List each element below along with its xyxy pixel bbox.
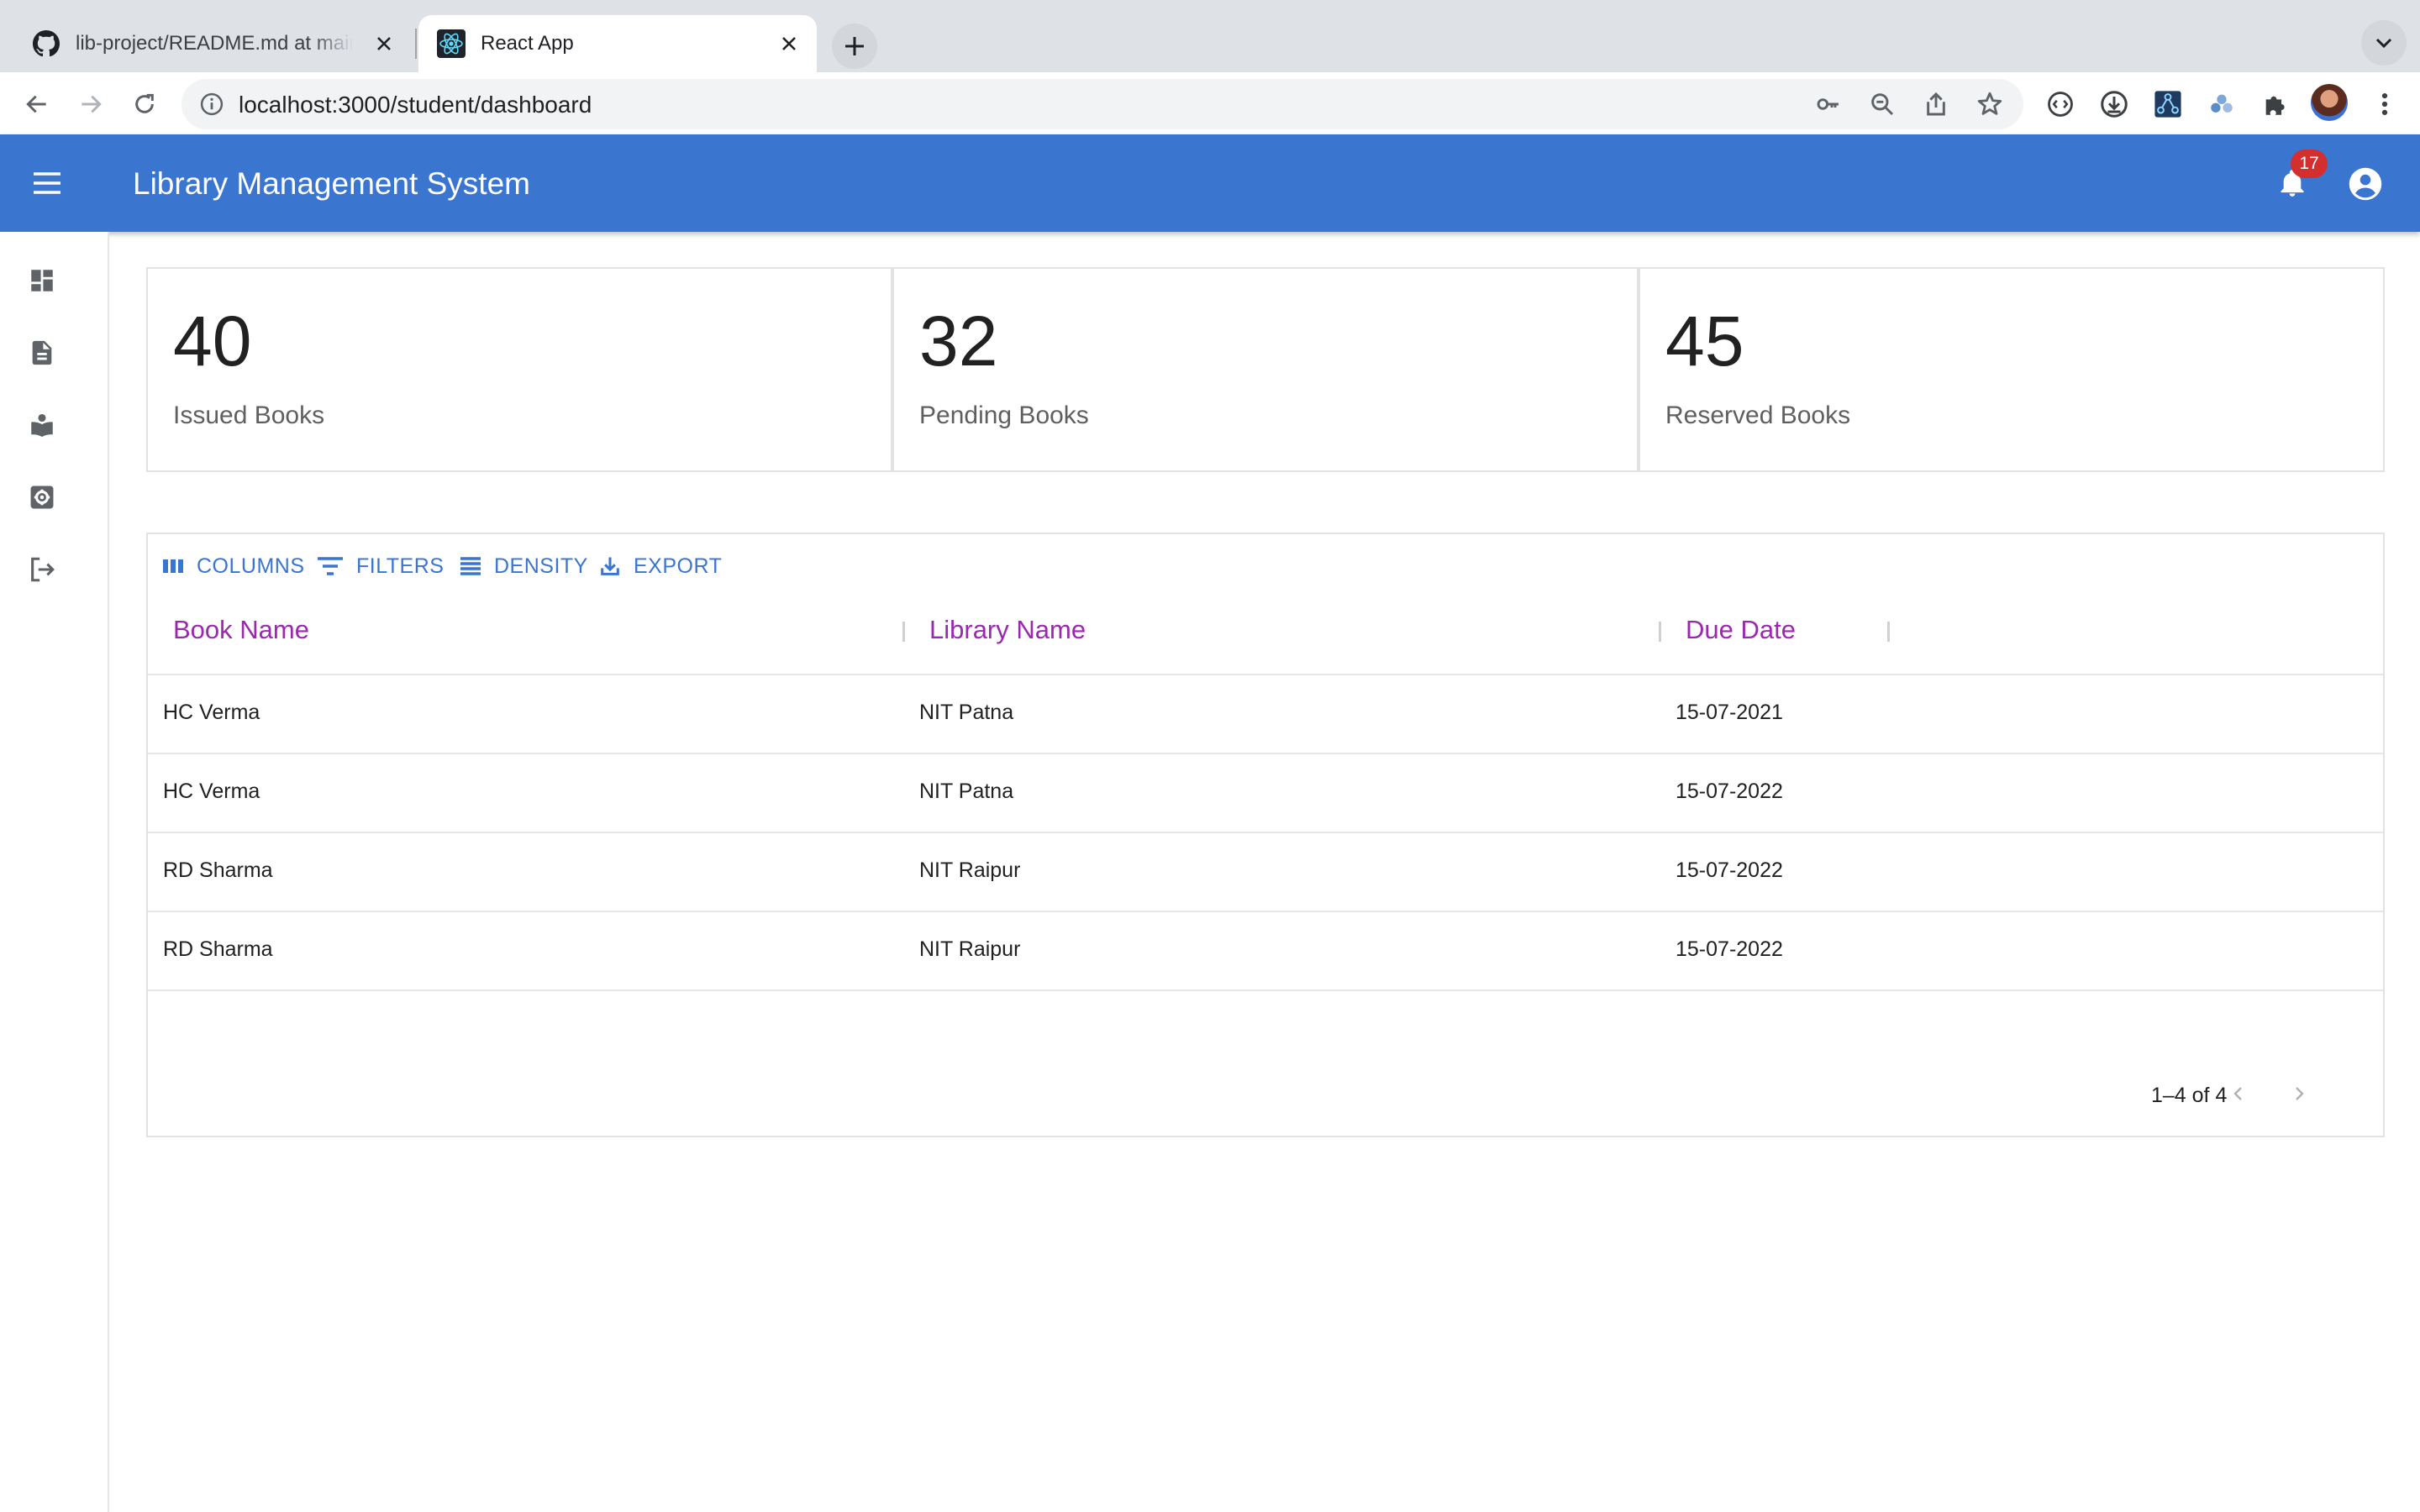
- density-icon: [460, 557, 481, 575]
- cell-book-name: HC Verma: [163, 780, 260, 803]
- columns-button[interactable]: COLUMNS: [161, 551, 305, 581]
- stat-value: 45: [1665, 302, 1744, 381]
- react-icon: [437, 29, 466, 58]
- app-title: Library Management System: [133, 166, 530, 201]
- tab-title: React App: [481, 32, 574, 55]
- sidebar-item-documents[interactable]: [25, 336, 59, 370]
- sidebar-item-settings[interactable]: [25, 480, 59, 514]
- stat-label: Issued Books: [173, 402, 325, 429]
- column-separator[interactable]: [1659, 622, 1661, 642]
- browser-tab-github[interactable]: lib-project/README.md at main: [13, 15, 412, 72]
- new-tab-button[interactable]: [832, 24, 877, 69]
- column-separator[interactable]: [1887, 622, 1890, 642]
- bookmark-star-icon[interactable]: [1975, 89, 2005, 119]
- logout-icon: [31, 557, 55, 582]
- plus-icon: [845, 37, 864, 55]
- previous-page-button[interactable]: [2222, 1077, 2255, 1110]
- column-header-due-date[interactable]: Due Date: [1686, 615, 1796, 645]
- arrow-back-icon: [26, 95, 46, 113]
- stat-card-reserved: 45 Reserved Books: [1639, 267, 2385, 472]
- close-icon[interactable]: [776, 31, 802, 56]
- density-label: DENSITY: [494, 554, 588, 578]
- dashboard-icon: [31, 270, 53, 291]
- book-reader-icon: [31, 413, 53, 438]
- key-icon[interactable]: [1813, 89, 1844, 119]
- settings-icon: [30, 486, 54, 509]
- column-header-book-name[interactable]: Book Name: [173, 615, 309, 645]
- extensions-puzzle-icon[interactable]: [2259, 87, 2292, 121]
- stat-value: 32: [919, 302, 998, 381]
- books-data-grid: COLUMNS FILTERS DENSITY EXPORT Book Name…: [146, 533, 2385, 1137]
- cell-library-name: NIT Patna: [919, 701, 1014, 724]
- cell-library-name: NIT Raipur: [919, 937, 1021, 961]
- profile-avatar[interactable]: [2311, 84, 2348, 121]
- cell-library-name: NIT Patna: [919, 780, 1014, 803]
- column-header-library-name[interactable]: Library Name: [929, 615, 1086, 645]
- more-vert-icon[interactable]: [2368, 87, 2402, 121]
- account-circle-icon[interactable]: [2346, 165, 2385, 203]
- table-row[interactable]: HC Verma NIT Patna 15-07-2021: [148, 675, 2383, 754]
- address-bar[interactable]: localhost:3000/student/dashboard: [182, 79, 2023, 129]
- sidebar-item-logout[interactable]: [25, 553, 59, 586]
- tab-search-button[interactable]: [2361, 20, 2407, 66]
- stat-card-pending: 32 Pending Books: [892, 267, 1639, 472]
- cell-due-date: 15-07-2022: [1676, 937, 1783, 961]
- cell-book-name: HC Verma: [163, 701, 260, 724]
- sidebar-item-dashboard[interactable]: [25, 264, 59, 297]
- info-icon[interactable]: [197, 89, 227, 119]
- document-icon: [32, 340, 52, 365]
- url-text: localhost:3000/student/dashboard: [239, 92, 592, 118]
- tab-title: lib-project/README.md at main: [76, 32, 353, 55]
- columns-icon: [163, 559, 183, 573]
- download-icon: [601, 557, 619, 575]
- stat-card-issued: 40 Issued Books: [146, 267, 892, 472]
- pagination-range: 1–4 of 4: [2151, 1084, 2228, 1107]
- filters-button[interactable]: FILTERS: [316, 551, 444, 581]
- notification-badge: 17: [2291, 150, 2328, 178]
- back-button[interactable]: [17, 84, 57, 124]
- extension-graph-icon[interactable]: [2151, 87, 2185, 121]
- chevron-right-icon: [2296, 1087, 2304, 1100]
- cell-library-name: NIT Raipur: [919, 858, 1021, 882]
- reload-icon: [135, 93, 154, 113]
- export-button[interactable]: EXPORT: [598, 551, 722, 581]
- tab-divider: [415, 29, 417, 59]
- columns-label: COLUMNS: [197, 554, 305, 578]
- cell-due-date: 15-07-2021: [1676, 701, 1783, 724]
- reload-button[interactable]: [124, 84, 165, 124]
- extension-code-icon[interactable]: [2044, 87, 2077, 121]
- stat-value: 40: [173, 302, 252, 381]
- next-page-button[interactable]: [2282, 1077, 2316, 1110]
- cell-due-date: 15-07-2022: [1676, 858, 1783, 882]
- browser-tab-strip: lib-project/README.md at main React App: [0, 0, 2420, 72]
- column-separator[interactable]: [902, 622, 905, 642]
- extension-cluster-icon[interactable]: [2205, 87, 2238, 121]
- arrow-forward-icon: [82, 95, 102, 113]
- side-drawer: [0, 232, 109, 1512]
- cell-due-date: 15-07-2022: [1676, 780, 1783, 803]
- sidebar-item-books[interactable]: [25, 408, 59, 442]
- forward-button[interactable]: [71, 84, 111, 124]
- share-icon[interactable]: [1921, 89, 1951, 119]
- table-row[interactable]: RD Sharma NIT Raipur 15-07-2022: [148, 833, 2383, 912]
- browser-tab-react-app[interactable]: React App: [418, 15, 817, 72]
- zoom-out-icon[interactable]: [1867, 89, 1897, 119]
- close-icon[interactable]: [371, 31, 397, 56]
- density-button[interactable]: DENSITY: [459, 551, 588, 581]
- chevron-down-icon: [2375, 38, 2392, 49]
- extension-download-icon[interactable]: [2097, 87, 2131, 121]
- stat-label: Reserved Books: [1665, 402, 1851, 429]
- export-label: EXPORT: [634, 554, 723, 578]
- chevron-left-icon: [2233, 1087, 2242, 1100]
- filters-label: FILTERS: [356, 554, 445, 578]
- github-icon: [32, 29, 60, 58]
- cell-book-name: RD Sharma: [163, 858, 273, 882]
- app-bar: Library Management System 17: [0, 134, 2420, 232]
- table-row[interactable]: HC Verma NIT Patna 15-07-2022: [148, 754, 2383, 833]
- cell-book-name: RD Sharma: [163, 937, 273, 961]
- stat-label: Pending Books: [919, 402, 1089, 429]
- filter-icon: [318, 557, 343, 575]
- table-row[interactable]: RD Sharma NIT Raipur 15-07-2022: [148, 912, 2383, 991]
- menu-icon[interactable]: [29, 165, 66, 202]
